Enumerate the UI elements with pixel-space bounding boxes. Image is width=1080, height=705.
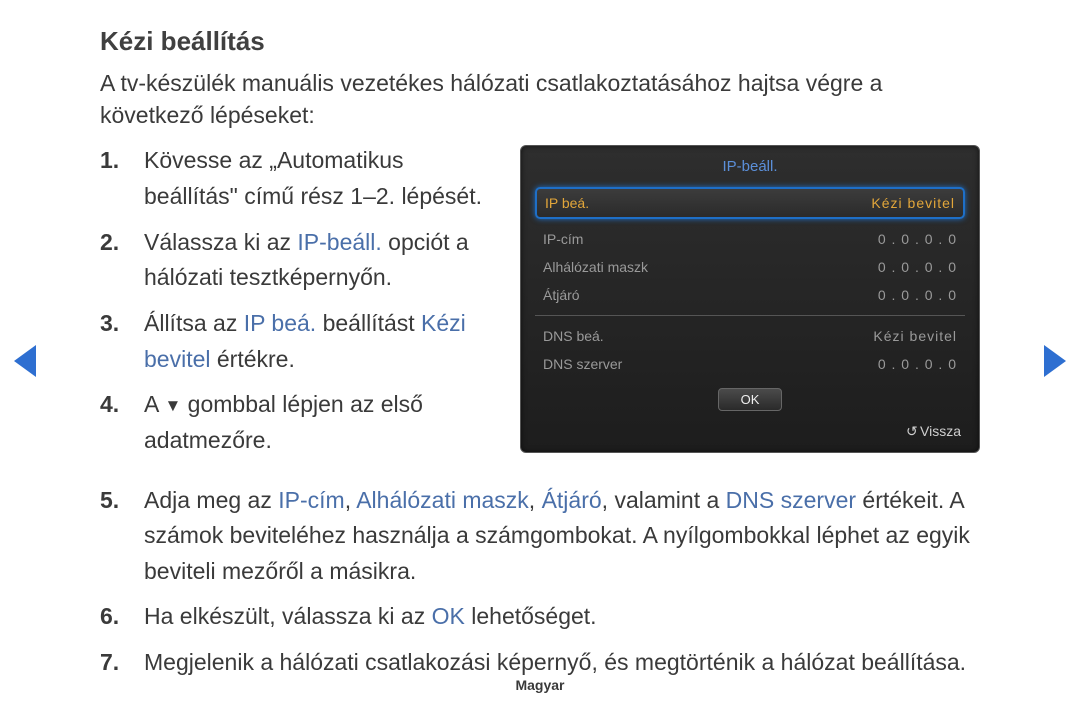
step-text: gombbal lépjen az első adatmezőre. [144,391,423,453]
row-dns-mode[interactable]: DNS beá. Kézi bevitel [535,322,965,350]
step-text: Állítsa az [144,310,244,336]
row-dns-server[interactable]: DNS szerver 0 . 0 . 0 . 0 [535,350,965,378]
highlight-subnet: Alhálózati maszk [356,487,529,513]
step-text: , [345,487,357,513]
row-value: 0 . 0 . 0 . 0 [878,259,957,275]
step-number: 2. [100,225,144,296]
intro-text: A tv-készülék manuális vezetékes hálózat… [100,67,980,131]
separator [535,315,965,316]
step-text: Adja meg az [144,487,278,513]
step-5: 5. Adja meg az IP-cím, Alhálózati maszk,… [100,483,980,590]
step-text: , valamint a [602,487,726,513]
step-1: 1. Kövesse az „Automatikus beállítás" cí… [100,143,492,214]
row-gateway[interactable]: Átjáró 0 . 0 . 0 . 0 [535,281,965,309]
highlight-dns-server: DNS szerver [726,487,856,513]
row-value: 0 . 0 . 0 . 0 [878,231,957,247]
step-text: Ha elkészült, válassza ki az [144,603,432,629]
steps-list: 1. Kövesse az „Automatikus beállítás" cí… [100,143,492,468]
down-arrow-icon: ▼ [164,393,181,419]
row-label: Alhálózati maszk [543,259,648,275]
row-label: DNS szerver [543,356,622,372]
ok-button[interactable]: OK [718,388,783,411]
back-button[interactable]: ↻Vissza [535,417,965,442]
row-value: 0 . 0 . 0 . 0 [878,287,957,303]
highlight-ip-beall: IP-beáll. [297,229,381,255]
step-number: 3. [100,306,144,377]
row-label: IP beá. [545,195,589,211]
step-4: 4. A ▼ gombbal lépjen az első adatmezőre… [100,387,492,458]
row-value: 0 . 0 . 0 . 0 [878,356,957,372]
step-number: 6. [100,599,144,635]
row-ip-cim[interactable]: IP-cím 0 . 0 . 0 . 0 [535,225,965,253]
highlight-gateway: Átjáró [542,487,602,513]
highlight-ok: OK [432,603,465,629]
page-title: Kézi beállítás [100,26,980,57]
footer-language: Magyar [0,677,1080,693]
step-text: A [144,391,164,417]
back-label: Vissza [920,423,961,439]
steps-list-cont: 5. Adja meg az IP-cím, Alhálózati maszk,… [100,483,980,681]
step-6: 6. Ha elkészült, válassza ki az OK lehet… [100,599,980,635]
step-number: 4. [100,387,144,458]
nav-next-arrow[interactable] [1044,345,1066,377]
step-text: Válassza ki az [144,229,297,255]
row-ip-mode[interactable]: IP beá. Kézi bevitel [535,187,965,219]
nav-prev-arrow[interactable] [14,345,36,377]
row-label: DNS beá. [543,328,604,344]
step-text: beállítást [316,310,421,336]
row-label: IP-cím [543,231,583,247]
step-number: 7. [100,645,144,681]
step-text: értékre. [210,346,294,372]
step-3: 3. Állítsa az IP beá. beállítást Kézi be… [100,306,492,377]
row-subnet[interactable]: Alhálózati maszk 0 . 0 . 0 . 0 [535,253,965,281]
step-7: 7. Megjelenik a hálózati csatlakozási ké… [100,645,980,681]
step-text: , [529,487,542,513]
panel-title: IP-beáll. [535,156,965,185]
step-number: 1. [100,143,144,214]
row-label: Átjáró [543,287,580,303]
step-number: 5. [100,483,144,590]
highlight-ip-cim: IP-cím [278,487,344,513]
step-text: lehetőséget. [465,603,597,629]
step-text: Megjelenik a hálózati csatlakozási képer… [144,649,966,675]
ip-settings-panel: IP-beáll. IP beá. Kézi bevitel IP-cím 0 … [520,145,980,453]
return-icon: ↻ [906,423,918,440]
row-value: Kézi bevitel [871,195,955,211]
highlight-ip-bea: IP beá. [244,310,316,336]
step-2: 2. Válassza ki az IP-beáll. opciót a hál… [100,225,492,296]
row-value: Kézi bevitel [873,328,957,344]
step-text: Kövesse az „Automatikus beállítás" című … [144,147,482,209]
